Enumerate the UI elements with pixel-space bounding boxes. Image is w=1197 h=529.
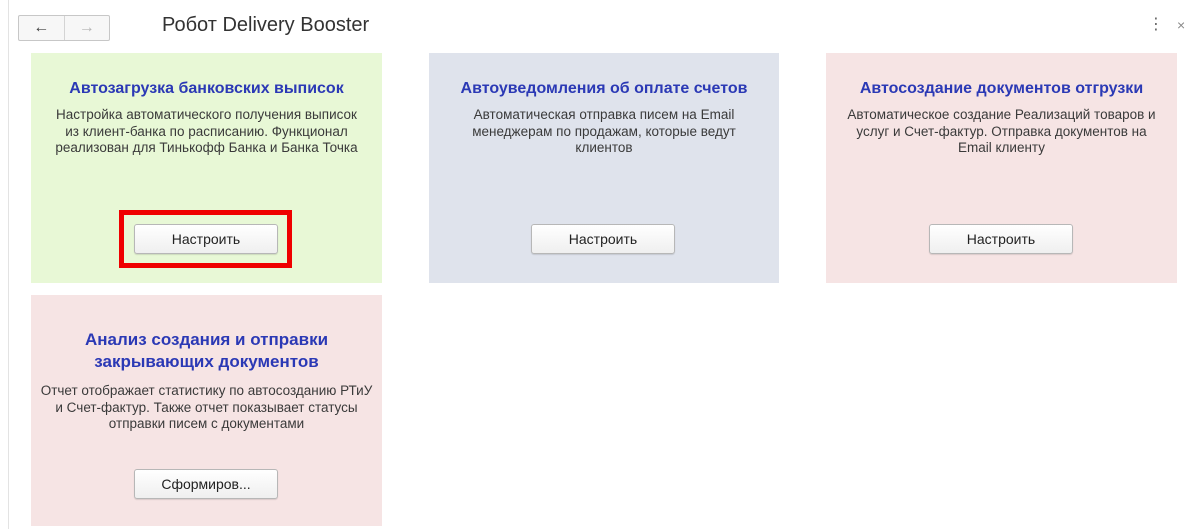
configure-button[interactable]: Настроить	[929, 224, 1073, 254]
navigation-buttons: ← →	[18, 15, 110, 41]
forward-arrow-icon[interactable]: →	[65, 16, 110, 40]
page-title: Робот Delivery Booster	[162, 14, 370, 36]
card-description: Автоматическая отправка писем на Email м…	[472, 107, 736, 155]
card-title: Автозагрузка банковских выписок	[69, 80, 344, 97]
back-arrow-icon[interactable]: ←	[19, 16, 64, 40]
card-title: Автосоздание документов отгрузки	[859, 80, 1144, 97]
card-payment-notifications: Автоуведомления об оплате счетов Автомат…	[429, 53, 779, 283]
card-shipping-docs-autocreate: Автосоздание документов отгрузки Автомат…	[826, 53, 1177, 283]
generate-report-button[interactable]: Сформиров...	[134, 469, 278, 499]
card-title: Анализ создания и отправки закрывающих д…	[84, 330, 329, 371]
card-description: Отчет отображает статистику по автосозда…	[40, 383, 373, 431]
card-title: Автоуведомления об оплате счетов	[460, 80, 748, 97]
card-description: Автоматическое создание Реализаций товар…	[847, 107, 1156, 155]
close-icon[interactable]: ×	[1177, 14, 1185, 36]
more-options-icon[interactable]: ⋮	[1148, 14, 1164, 36]
card-description: Настройка автоматического получения выпи…	[55, 107, 358, 155]
window-left-border	[8, 0, 9, 529]
card-closing-docs-analysis: Анализ создания и отправки закрывающих д…	[31, 295, 382, 526]
configure-button[interactable]: Настроить	[531, 224, 675, 254]
highlight-frame	[119, 210, 292, 268]
